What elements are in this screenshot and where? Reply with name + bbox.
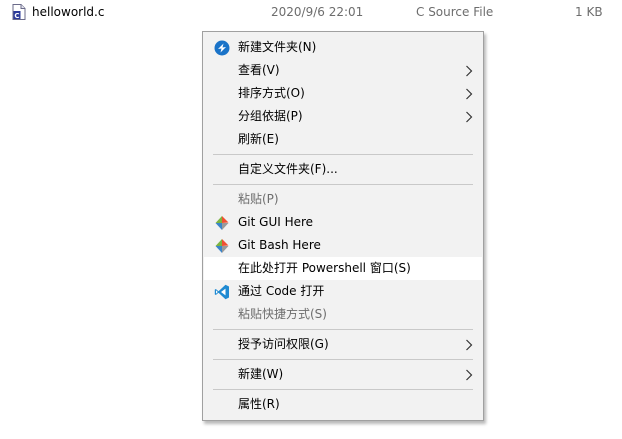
menu-item-label: 自定义文件夹(F)... — [238, 162, 338, 176]
new-folder-icon — [214, 40, 230, 56]
chevron-right-icon — [465, 369, 473, 381]
menu-item-open-with-code[interactable]: 通过 Code 打开 — [204, 280, 482, 303]
context-menu: 新建文件夹(N) 查看(V) 排序方式(O) 分组依据(P) 刷新(E) 自定义… — [202, 31, 484, 421]
menu-separator — [213, 184, 473, 185]
chevron-right-icon — [465, 88, 473, 100]
menu-item-label: 刷新(E) — [238, 132, 279, 146]
menu-item-label: Git GUI Here — [238, 215, 314, 229]
menu-separator — [213, 154, 473, 155]
menu-item-git-bash[interactable]: Git Bash Here — [204, 234, 482, 257]
c-source-file-icon: C — [12, 4, 26, 20]
svg-text:C: C — [14, 12, 19, 20]
menu-item-label: 粘贴快捷方式(S) — [238, 307, 327, 321]
menu-item-refresh[interactable]: 刷新(E) — [204, 128, 482, 151]
menu-separator — [213, 389, 473, 390]
menu-item-new[interactable]: 新建(W) — [204, 363, 482, 386]
file-list-row[interactable]: C helloworld.c 2020/9/6 22:01 C Source F… — [0, 0, 622, 24]
menu-item-label: 授予访问权限(G) — [238, 337, 329, 351]
menu-item-sort-by[interactable]: 排序方式(O) — [204, 82, 482, 105]
chevron-right-icon — [465, 65, 473, 77]
menu-item-label: 查看(V) — [238, 63, 280, 77]
menu-item-paste[interactable]: 粘贴(P) — [204, 188, 482, 211]
menu-item-paste-shortcut[interactable]: 粘贴快捷方式(S) — [204, 303, 482, 326]
menu-item-label: 通过 Code 打开 — [238, 284, 325, 298]
menu-item-customize-folder[interactable]: 自定义文件夹(F)... — [204, 158, 482, 181]
file-name[interactable]: helloworld.c — [32, 4, 104, 20]
menu-item-label: 粘贴(P) — [238, 192, 279, 206]
menu-item-label: 分组依据(P) — [238, 109, 303, 123]
menu-item-label: 新建文件夹(N) — [238, 40, 317, 54]
chevron-right-icon — [465, 339, 473, 351]
menu-item-label: Git Bash Here — [238, 238, 321, 252]
git-icon — [214, 215, 230, 231]
git-icon — [214, 238, 230, 254]
vscode-icon — [214, 284, 230, 300]
menu-item-new-folder[interactable]: 新建文件夹(N) — [204, 36, 482, 59]
menu-item-give-access[interactable]: 授予访问权限(G) — [204, 333, 482, 356]
menu-item-properties[interactable]: 属性(R) — [204, 393, 482, 416]
menu-item-label: 属性(R) — [238, 397, 280, 411]
file-type: C Source File — [416, 5, 494, 19]
file-date: 2020/9/6 22:01 — [271, 5, 364, 19]
menu-item-view[interactable]: 查看(V) — [204, 59, 482, 82]
menu-item-label: 在此处打开 Powershell 窗口(S) — [238, 261, 411, 275]
menu-item-label: 新建(W) — [238, 367, 284, 381]
chevron-right-icon — [465, 111, 473, 123]
file-size: 1 KB — [575, 5, 603, 19]
menu-separator — [213, 359, 473, 360]
menu-item-open-powershell[interactable]: 在此处打开 Powershell 窗口(S) — [204, 257, 482, 280]
menu-item-git-gui[interactable]: Git GUI Here — [204, 211, 482, 234]
menu-separator — [213, 329, 473, 330]
menu-item-group-by[interactable]: 分组依据(P) — [204, 105, 482, 128]
menu-item-label: 排序方式(O) — [238, 86, 305, 100]
